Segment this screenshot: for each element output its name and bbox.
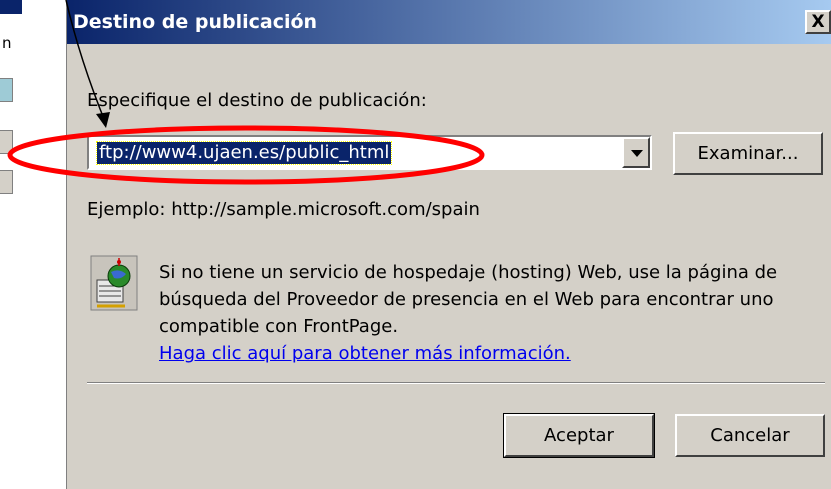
chevron-down-icon <box>631 150 643 157</box>
background-window-control[interactable] <box>0 170 13 194</box>
background-window-control[interactable] <box>0 130 13 154</box>
ok-button[interactable]: Aceptar <box>503 413 655 458</box>
destination-prompt-label: Especifique el destino de publicación: <box>87 90 427 111</box>
background-window-control[interactable] <box>0 78 13 102</box>
background-window: n <box>0 0 66 489</box>
dialog-title: Destino de publicación <box>73 11 318 33</box>
publish-destination-dialog: Destino de publicación X Especifique el … <box>66 0 831 489</box>
close-icon: X <box>811 12 825 32</box>
destination-input[interactable]: ftp://www4.ujaen.es/public_html <box>95 141 393 165</box>
background-window-text: n <box>2 34 12 52</box>
cancel-button[interactable]: Cancelar <box>675 414 825 457</box>
separator <box>87 382 825 384</box>
close-button[interactable]: X <box>805 10 831 34</box>
browse-button[interactable]: Examinar... <box>673 132 823 175</box>
dropdown-button[interactable] <box>622 137 650 168</box>
dialog-titlebar[interactable]: Destino de publicación X <box>67 0 831 44</box>
web-server-globe-icon <box>90 255 138 311</box>
example-text: Ejemplo: http://sample.microsoft.com/spa… <box>87 199 480 220</box>
hosting-info-text: Si no tiene un servicio de hospedaje (ho… <box>159 262 778 337</box>
background-window-titlebar <box>0 0 22 14</box>
more-info-link[interactable]: Haga clic aquí para obtener más informac… <box>159 343 571 364</box>
destination-combobox[interactable]: ftp://www4.ujaen.es/public_html <box>87 135 652 170</box>
